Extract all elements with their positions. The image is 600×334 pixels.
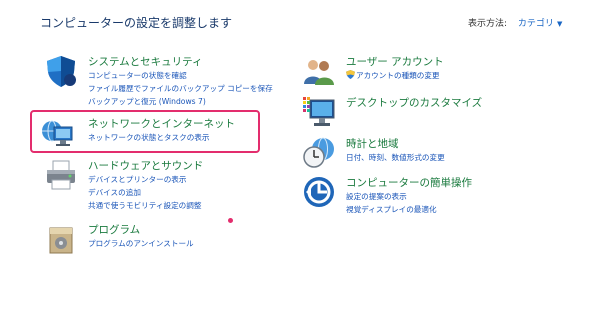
category-ease-of-access: コンピューターの簡単操作 設定の提案の表示 視覚ディスプレイの最適化 <box>302 175 562 221</box>
view-by-dropdown[interactable]: カテゴリ ▼ <box>518 19 562 29</box>
category-appearance: デスクトップのカスタマイズ <box>302 95 562 129</box>
link-change-account-type[interactable]: アカウントの種類の変更 <box>346 69 440 82</box>
desktop-monitor-icon <box>303 97 335 126</box>
highlight-box <box>30 110 260 153</box>
link-mobility-settings[interactable]: 共通で使うモビリティ設定の調整 <box>88 199 201 212</box>
link-optimize-display[interactable]: 視覚ディスプレイの最適化 <box>346 203 437 216</box>
link-devices-printers[interactable]: デバイスとプリンターの表示 <box>88 173 201 186</box>
category-programs: プログラム プログラムのアンインストール <box>44 222 284 262</box>
category-clock-region: 時計と地域 日付、時刻、数値形式の変更 <box>302 136 562 170</box>
category-title-ease[interactable]: コンピューターの簡単操作 <box>346 175 472 190</box>
category-title-hardware[interactable]: ハードウェアとサウンド <box>88 158 203 173</box>
link-backup-restore[interactable]: バックアップと復元 (Windows 7) <box>88 95 273 108</box>
link-suggested-settings[interactable]: 設定の提案の表示 <box>346 190 437 203</box>
category-title-programs[interactable]: プログラム <box>88 222 140 237</box>
category-system-security: システムとセキュリティ コンピューターの状態を確認 ファイル履歴でファイルのバッ… <box>44 54 284 110</box>
link-uninstall-program[interactable]: プログラムのアンインストール <box>88 237 194 250</box>
uac-shield-icon <box>346 70 355 79</box>
category-title-user[interactable]: ユーザー アカウント <box>346 54 444 69</box>
category-title-appearance[interactable]: デスクトップのカスタマイズ <box>346 95 482 110</box>
chevron-down-icon: ▼ <box>556 20 563 28</box>
view-by-value: カテゴリ <box>517 19 554 29</box>
link-date-time-format[interactable]: 日付、時刻、数値形式の変更 <box>346 151 445 164</box>
view-by: 表示方法: カテゴリ ▼ <box>468 16 562 29</box>
page-title: コンピューターの設定を調整します <box>40 16 233 30</box>
link-change-account-type-label: アカウントの種類の変更 <box>356 71 440 80</box>
printer-icon <box>47 160 75 190</box>
ease-of-access-icon <box>304 177 334 207</box>
category-title-system[interactable]: システムとセキュリティ <box>88 54 203 69</box>
category-title-clock[interactable]: 時計と地域 <box>346 136 399 151</box>
users-icon <box>304 60 334 85</box>
marker-dot <box>228 218 233 223</box>
program-box-icon <box>49 227 73 254</box>
category-user-accounts: ユーザー アカウント アカウントの種類の変更 <box>302 54 562 88</box>
link-add-device[interactable]: デバイスの追加 <box>88 186 201 199</box>
view-by-label: 表示方法: <box>468 19 508 29</box>
clock-globe-icon <box>303 137 334 168</box>
category-hardware-sound: ハードウェアとサウンド デバイスとプリンターの表示 デバイスの追加 共通で使うモ… <box>44 158 284 214</box>
link-check-status[interactable]: コンピューターの状態を確認 <box>88 69 273 82</box>
link-file-history[interactable]: ファイル履歴でファイルのバックアップ コピーを保存 <box>88 82 273 95</box>
shield-icon <box>47 56 76 87</box>
